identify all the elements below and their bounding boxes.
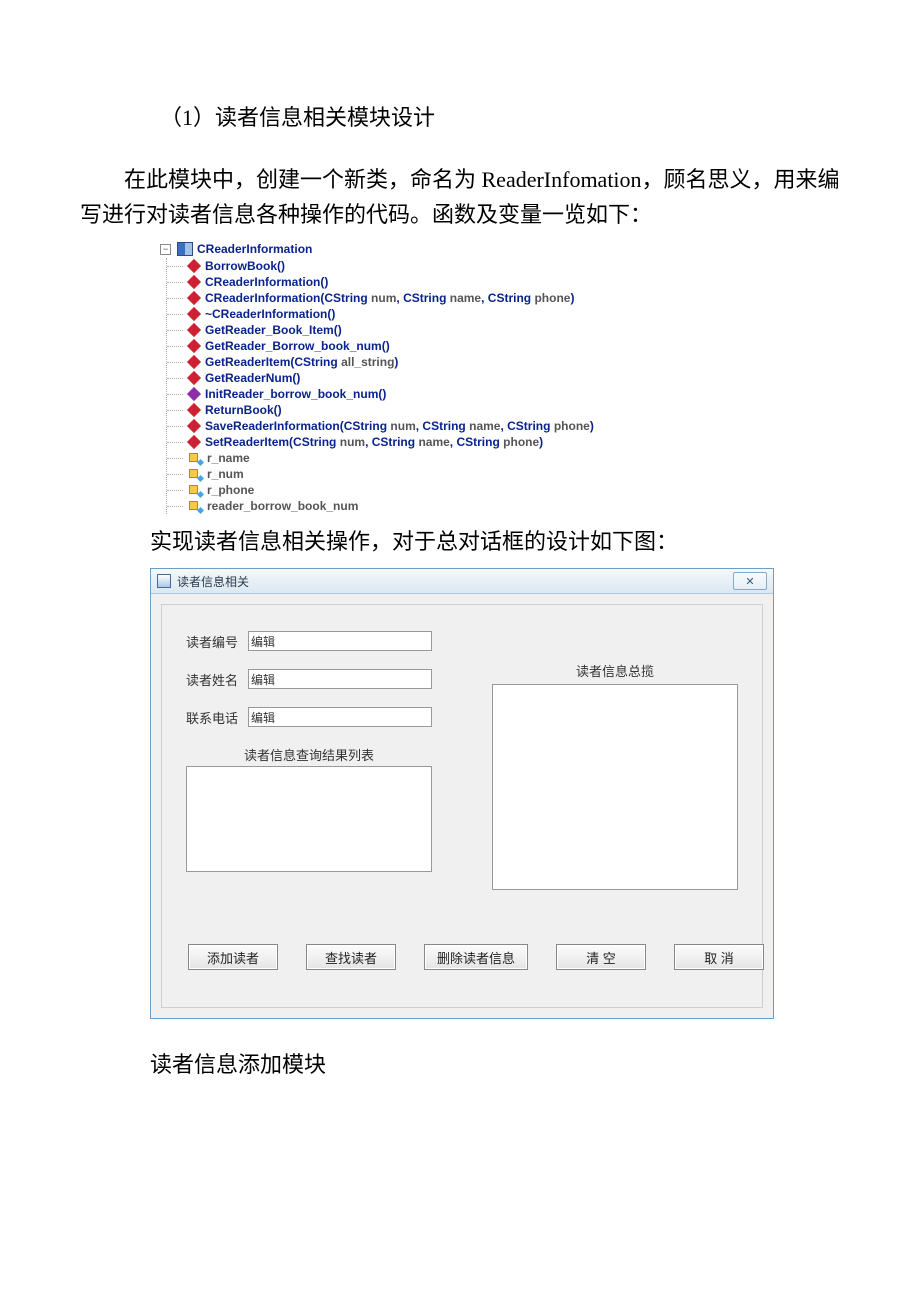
subsection-heading: 读者信息添加模块 [150,1047,840,1079]
method-icon [187,371,201,385]
variable-icon [189,485,201,495]
method-signature: GetReaderItem(CString all_string) [205,355,398,369]
class-name: CReaderInformation [197,242,312,256]
tree-method-SetReaderItem[interactable]: SetReaderItem(CString num, CString name,… [189,434,840,450]
tree-method-CReaderInformation[interactable]: CReaderInformation() [189,274,840,290]
method-signature: SaveReaderInformation(CString num, CStri… [205,419,594,433]
tree-method-GetReader_Book_Item[interactable]: GetReader_Book_Item() [189,322,840,338]
label-reader-id: 读者编号 [186,632,248,651]
tree-method-GetReader_Borrow_book_num[interactable]: GetReader_Borrow_book_num() [189,338,840,354]
method-signature: CReaderInformation(CString num, CString … [205,291,574,305]
section-heading: （1）读者信息相关模块设计 [160,100,840,132]
tree-var-r_name[interactable]: r_name [189,450,840,466]
find-reader-button[interactable]: 查找读者 [306,944,396,970]
tree-var-reader_borrow_book_num[interactable]: reader_borrow_book_num [189,498,840,514]
method-signature: GetReaderNum() [205,371,300,385]
tree-method-~CReaderInformation[interactable]: ~CReaderInformation() [189,306,840,322]
cancel-button[interactable]: 取 消 [674,944,764,970]
app-icon [157,574,171,588]
variable-name: r_name [207,451,250,465]
label-reader-phone: 联系电话 [186,708,248,727]
delete-reader-button[interactable]: 删除读者信息 [424,944,528,970]
method-icon [187,259,201,273]
dialog-group: 读者编号 读者姓名 联系电话 读者信息查询结果列表 [161,604,763,1008]
method-icon [187,291,201,305]
method-signature: InitReader_borrow_book_num() [205,387,386,401]
add-reader-button[interactable]: 添加读者 [188,944,278,970]
method-icon [187,307,201,321]
tree-method-SaveReaderInformation[interactable]: SaveReaderInformation(CString num, CStri… [189,418,840,434]
clear-button[interactable]: 清 空 [556,944,646,970]
class-tree: − CReaderInformation BorrowBook() CReader… [160,242,840,514]
tree-method-GetReaderItem[interactable]: GetReaderItem(CString all_string) [189,354,840,370]
method-signature: GetReader_Book_Item() [205,323,342,337]
input-reader-phone[interactable] [248,707,432,727]
method-icon [187,387,201,401]
tree-method-CReaderInformation[interactable]: CReaderInformation(CString num, CString … [189,290,840,306]
method-icon [187,339,201,353]
variable-icon [189,501,201,511]
input-reader-id[interactable] [248,631,432,651]
tree-method-BorrowBook[interactable]: BorrowBook() [189,258,840,274]
variable-name: reader_borrow_book_num [207,499,358,513]
variable-icon [189,453,201,463]
method-signature: BorrowBook() [205,259,285,273]
overview-box[interactable] [492,684,738,890]
class-icon [177,242,193,256]
variable-icon [189,469,201,479]
dialog-title: 读者信息相关 [177,573,733,590]
label-overview: 读者信息总揽 [492,661,738,680]
method-icon [187,403,201,417]
intro-paragraph: 在此模块中，创建一个新类，命名为 ReaderInfomation，顾名思义，用… [80,162,840,232]
method-signature: ReturnBook() [205,403,282,417]
variable-name: r_num [207,467,244,481]
tree-root-node[interactable]: − CReaderInformation [160,242,840,256]
close-button[interactable]: ✕ [733,572,767,590]
minus-icon[interactable]: − [160,244,171,255]
label-result-list: 读者信息查询结果列表 [186,745,432,764]
method-icon [187,419,201,433]
method-icon [187,275,201,289]
method-signature: SetReaderItem(CString num, CString name,… [205,435,543,449]
tree-method-GetReaderNum[interactable]: GetReaderNum() [189,370,840,386]
tree-method-ReturnBook[interactable]: ReturnBook() [189,402,840,418]
method-signature: ~CReaderInformation() [205,307,335,321]
method-icon [187,435,201,449]
dialog-caption: 实现读者信息相关操作，对于总对话框的设计如下图： [150,524,840,556]
reader-info-dialog: 读者信息相关 ✕ 读者编号 读者姓名 联 [150,568,774,1019]
tree-var-r_phone[interactable]: r_phone [189,482,840,498]
label-reader-name: 读者姓名 [186,670,248,689]
variable-name: r_phone [207,483,254,497]
method-signature: CReaderInformation() [205,275,328,289]
dialog-titlebar: 读者信息相关 ✕ [151,569,773,594]
tree-var-r_num[interactable]: r_num [189,466,840,482]
method-signature: GetReader_Borrow_book_num() [205,339,390,353]
tree-method-InitReader_borrow_book_num[interactable]: InitReader_borrow_book_num() [189,386,840,402]
input-reader-name[interactable] [248,669,432,689]
method-icon [187,355,201,369]
result-list-box[interactable] [186,766,432,872]
method-icon [187,323,201,337]
